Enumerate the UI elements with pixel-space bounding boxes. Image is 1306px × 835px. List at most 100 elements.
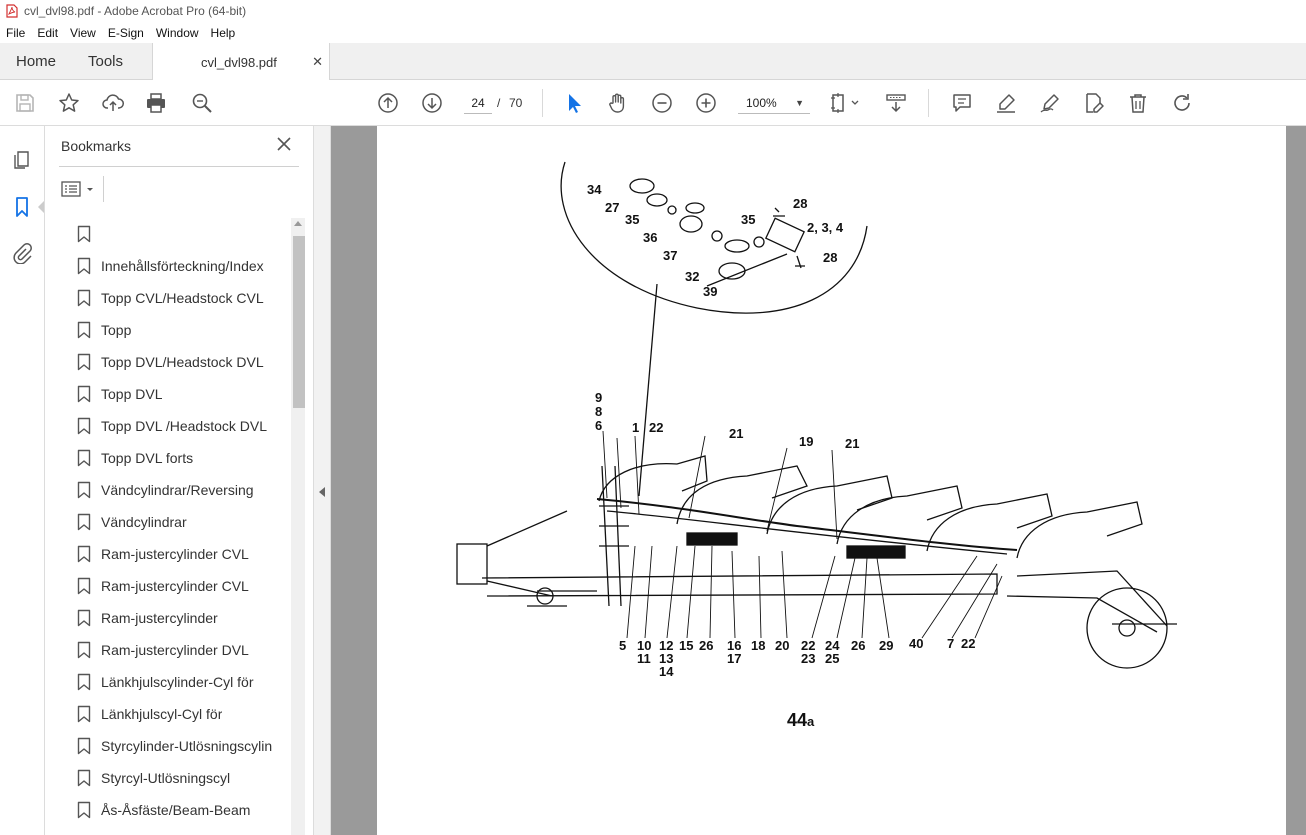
bookmark-icon: [77, 769, 91, 787]
comment-icon[interactable]: [950, 91, 974, 115]
bookmark-icon: [77, 385, 91, 403]
menu-bar: File Edit View E-Sign Window Help: [0, 22, 1306, 43]
bookmark-item[interactable]: Vändcylindrar: [59, 506, 291, 538]
menu-help[interactable]: Help: [211, 26, 236, 40]
tab-document[interactable]: cvl_dvl98.pdf ✕: [152, 43, 330, 81]
bookmark-icon: [77, 545, 91, 563]
part-label: 26: [699, 638, 713, 653]
toolbar-divider: [542, 89, 543, 117]
edit-pdf-icon[interactable]: [1082, 91, 1106, 115]
close-panel-icon[interactable]: [276, 136, 292, 152]
part-label: 20: [775, 638, 789, 653]
bookmark-options-button[interactable]: [61, 180, 97, 198]
panel-splitter[interactable]: [313, 126, 331, 835]
active-panel-indicator: [38, 201, 44, 213]
bookmark-label: Topp DVL /Headstock DVL: [101, 418, 268, 434]
part-label: 28: [823, 250, 837, 265]
figure-label: 44a: [787, 710, 815, 730]
chevron-down-icon: ▼: [795, 98, 804, 108]
attachment-icon[interactable]: [11, 242, 33, 265]
sign-icon[interactable]: [1038, 91, 1062, 115]
star-icon[interactable]: [57, 91, 81, 115]
tab-home[interactable]: Home: [16, 43, 56, 80]
menu-edit[interactable]: Edit: [37, 26, 58, 40]
bookmark-label: Ås-Åsfäste/Beam-Beam: [101, 802, 251, 818]
bookmark-item[interactable]: Länkhjulscyl-Cyl för: [59, 698, 291, 730]
bookmark-label: Innehållsförteckning/Index: [101, 258, 264, 274]
part-label: 14: [659, 664, 674, 679]
bookmark-item[interactable]: Ås-Åsfäste/Beam-Beam: [59, 794, 291, 826]
page-fit-icon[interactable]: [830, 91, 864, 115]
plough-frame: [456, 430, 1177, 669]
bookmark-label: Topp CVL/Headstock CVL: [101, 290, 264, 306]
save-icon[interactable]: [13, 91, 37, 115]
bookmark-scroll-thumb[interactable]: [293, 236, 305, 408]
scroll-up-arrow-icon[interactable]: [294, 221, 302, 226]
bookmark-icon: [77, 353, 91, 371]
bookmark-label: Topp DVL/Headstock DVL: [101, 354, 264, 370]
highlight-icon[interactable]: [994, 91, 1018, 115]
part-label: 21: [845, 436, 859, 451]
part-label: 22: [961, 636, 975, 651]
bookmark-icon: [77, 577, 91, 595]
bookmark-item[interactable]: Vändcylindrar/Reversing: [59, 474, 291, 506]
close-tab-icon[interactable]: ✕: [312, 54, 323, 70]
zoom-in-icon[interactable]: [694, 91, 718, 115]
part-labels: 34 27 35 36 37 32 39 28 35 2, 3, 4 28 9 …: [587, 182, 975, 730]
tab-tools[interactable]: Tools: [88, 43, 123, 80]
bookmark-item[interactable]: Ram-justercylinder CVL: [59, 538, 291, 570]
bookmark-item[interactable]: Topp DVL /Headstock DVL: [59, 410, 291, 442]
title-bar: cvl_dvl98.pdf - Adobe Acrobat Pro (64-bi…: [0, 0, 1306, 22]
part-label: 21: [729, 426, 743, 441]
part-label: 35: [625, 212, 639, 227]
document-view[interactable]: 34 27 35 36 37 32 39 28 35 2, 3, 4 28 9 …: [331, 126, 1306, 835]
bookmark-item[interactable]: Ram-justercylinder DVL: [59, 634, 291, 666]
part-label: 19: [799, 434, 813, 449]
bookmark-item[interactable]: Topp CVL/Headstock CVL: [59, 282, 291, 314]
collapse-panel-arrow-icon[interactable]: [319, 487, 325, 497]
menu-file[interactable]: File: [6, 26, 25, 40]
bookmark-label: Länkhjulscylinder-Cyl för: [101, 674, 254, 690]
page-down-icon[interactable]: [420, 91, 444, 115]
page-up-icon[interactable]: [376, 91, 400, 115]
delete-icon[interactable]: [1126, 91, 1150, 115]
menu-window[interactable]: Window: [156, 26, 199, 40]
bookmark-item[interactable]: Topp: [59, 314, 291, 346]
bookmark-label: Ram-justercylinder CVL: [101, 578, 249, 594]
page-number-input[interactable]: 24: [464, 92, 492, 114]
bookmark-icon: [77, 449, 91, 467]
scroll-mode-icon[interactable]: [884, 91, 908, 115]
bookmark-label: Topp DVL forts: [101, 450, 194, 466]
menu-esign[interactable]: E-Sign: [108, 26, 144, 40]
menu-view[interactable]: View: [70, 26, 96, 40]
bookmark-item[interactable]: Topp DVL forts: [59, 442, 291, 474]
bookmark-item[interactable]: Topp DVL/Headstock DVL: [59, 346, 291, 378]
bookmark-label: Vändcylindrar/Reversing: [101, 482, 254, 498]
print-icon[interactable]: [144, 91, 168, 115]
select-arrow-icon[interactable]: [562, 91, 586, 115]
bookmarks-panel: Bookmarks Innehållsförteckning/Index Topp…: [45, 126, 313, 835]
bookmark-item[interactable]: Ram-justercylinder CVL: [59, 570, 291, 602]
zoom-search-icon[interactable]: [190, 91, 214, 115]
bookmark-item[interactable]: [59, 218, 291, 250]
page-thumbnails-icon[interactable]: [11, 148, 33, 170]
bookmark-item[interactable]: Topp DVL: [59, 378, 291, 410]
panel-divider: [59, 166, 299, 167]
toolbar-divider: [928, 89, 929, 117]
part-label: 5: [619, 638, 626, 653]
zoom-dropdown[interactable]: 100% ▼: [738, 92, 810, 114]
bookmark-item[interactable]: Styrcyl-Utlösningscyl: [59, 762, 291, 794]
upload-icon[interactable]: [101, 91, 125, 115]
bookmark-item[interactable]: Styrcylinder-Utlösningscylin: [59, 730, 291, 762]
bookmark-icon: [77, 641, 91, 659]
zoom-out-icon[interactable]: [650, 91, 674, 115]
window-title: cvl_dvl98.pdf - Adobe Acrobat Pro (64-bi…: [24, 4, 247, 18]
bookmark-item[interactable]: Ram-justercylinder: [59, 602, 291, 634]
bookmark-icon: [77, 225, 91, 243]
bookmark-item[interactable]: Innehållsförteckning/Index: [59, 250, 291, 282]
rotate-icon[interactable]: [1170, 91, 1194, 115]
hand-icon[interactable]: [606, 91, 630, 115]
bookmark-item[interactable]: Länkhjulscylinder-Cyl för: [59, 666, 291, 698]
bookmark-panel-icon[interactable]: [11, 196, 33, 218]
bookmark-icon: [77, 321, 91, 339]
